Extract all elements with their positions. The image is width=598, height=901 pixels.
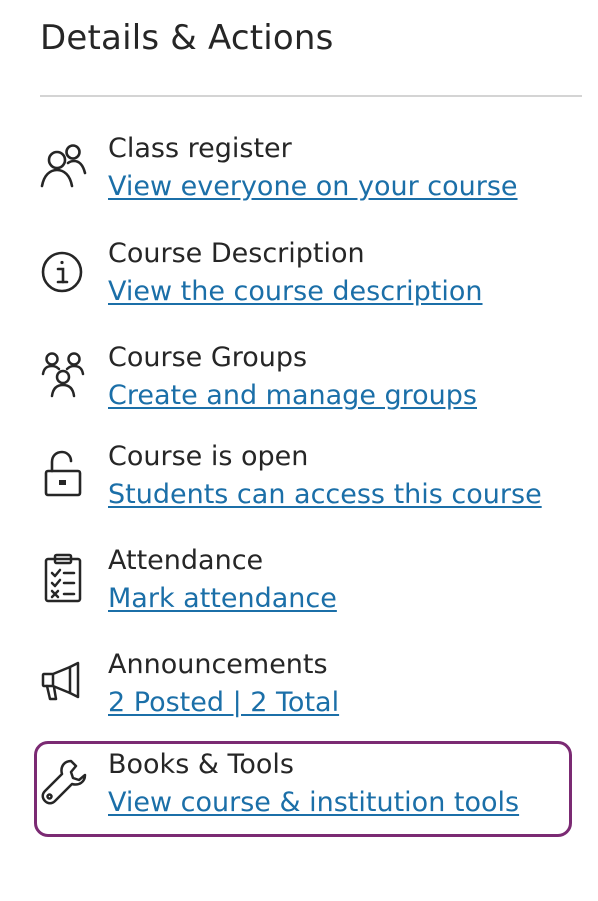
view-everyone-link[interactable]: View everyone on your course [108, 171, 518, 202]
create-manage-groups-link[interactable]: Create and manage groups [108, 380, 477, 411]
people-icon [38, 139, 90, 191]
panel-title: Details & Actions [40, 18, 334, 58]
item-course-open: Course is open Students can access this … [34, 441, 580, 537]
clipboard-icon [38, 551, 90, 603]
megaphone-icon [38, 655, 90, 707]
item-books-tools: Books & Tools View course & institution … [34, 749, 580, 845]
view-course-tools-link[interactable]: View course & institution tools [108, 787, 519, 818]
unlock-icon [38, 447, 90, 499]
students-access-link[interactable]: Students can access this course [108, 479, 542, 510]
item-title: Attendance [108, 545, 264, 576]
item-class-register: Class register View everyone on your cou… [34, 133, 580, 229]
wrench-icon [38, 755, 90, 807]
details-actions-panel: Details & Actions Class register View ev… [0, 0, 598, 901]
item-title: Course Groups [108, 342, 308, 373]
view-course-description-link[interactable]: View the course description [108, 276, 483, 307]
info-icon [38, 244, 90, 296]
item-course-description: Course Description View the course descr… [34, 238, 580, 334]
divider [40, 95, 582, 97]
item-title: Announcements [108, 649, 328, 680]
item-title: Course is open [108, 441, 309, 472]
groups-icon [38, 348, 90, 400]
item-title: Books & Tools [108, 749, 294, 780]
announcements-posted-link[interactable]: 2 Posted | 2 Total [108, 687, 339, 718]
item-title: Course Description [108, 238, 365, 269]
item-attendance: Attendance Mark attendance [34, 545, 580, 641]
item-title: Class register [108, 133, 292, 164]
mark-attendance-link[interactable]: Mark attendance [108, 583, 337, 614]
item-announcements: Announcements 2 Posted | 2 Total [34, 649, 580, 745]
item-course-groups: Course Groups Create and manage groups [34, 342, 580, 438]
